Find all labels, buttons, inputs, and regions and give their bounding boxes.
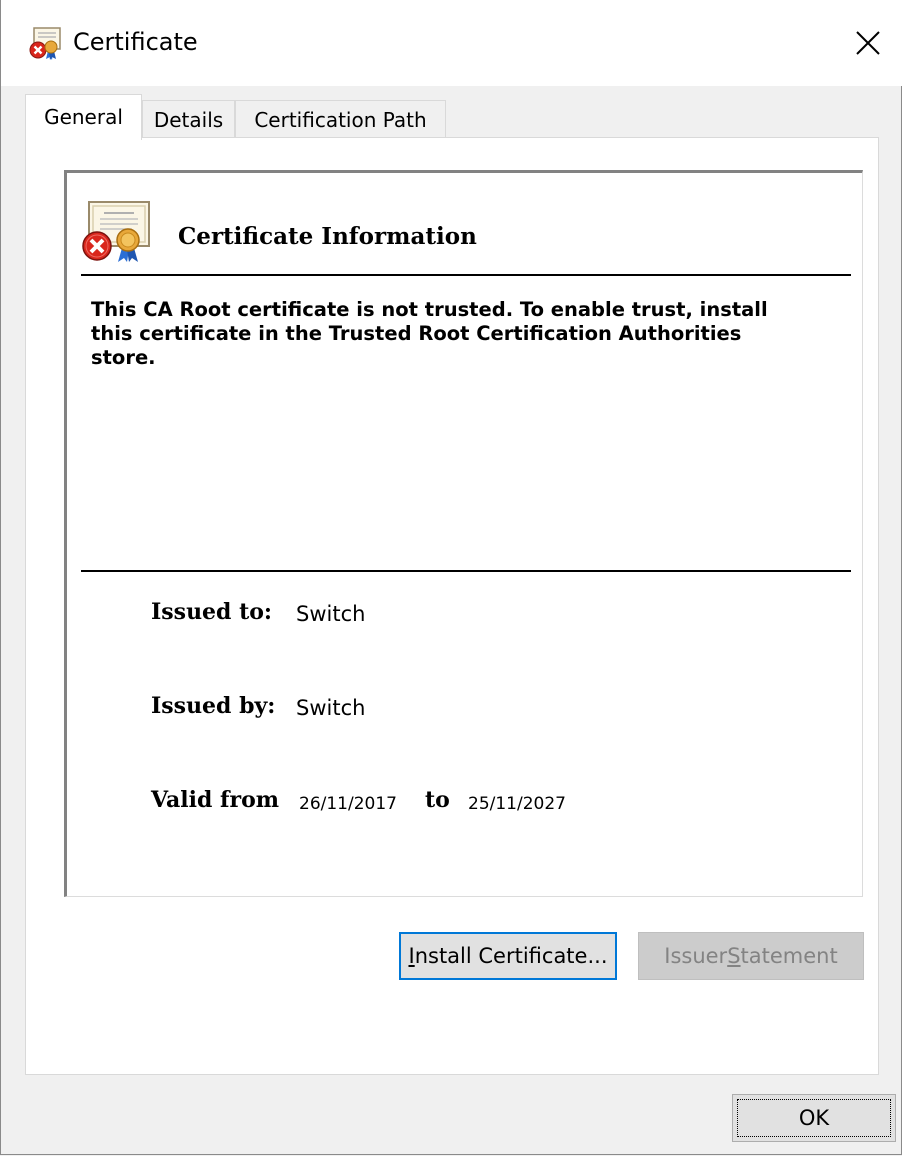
issued-to-label: Issued to: (151, 599, 273, 625)
ok-button[interactable]: OK (732, 1094, 896, 1142)
trust-warning-text: This CA Root certificate is not trusted.… (91, 298, 768, 369)
window-title: Certificate (73, 28, 198, 56)
valid-from-value: 26/11/2017 (299, 794, 397, 814)
issuer-statement-accesskey: S (727, 944, 741, 968)
issued-by-value: Switch (296, 696, 366, 720)
install-certificate-button[interactable]: Install Certificate... (399, 932, 617, 980)
certificate-untrusted-icon (29, 26, 63, 60)
close-icon (856, 31, 880, 55)
issued-by-label: Issued by: (151, 693, 276, 719)
certificate-dialog: Certificate General Details Certificatio… (0, 0, 902, 1155)
divider (81, 570, 851, 572)
issued-to-value: Switch (296, 602, 366, 626)
certificate-information-heading: Certificate Information (178, 223, 477, 250)
title-bar: Certificate (1, 0, 902, 86)
tab-details-label: Details (153, 108, 224, 132)
divider (81, 274, 851, 276)
valid-from-label: Valid from (151, 787, 280, 813)
tab-details[interactable]: Details (142, 100, 235, 138)
certificate-untrusted-icon (82, 200, 154, 262)
tab-certification-path[interactable]: Certification Path (235, 100, 446, 138)
issuer-statement-label-rest: tatement (740, 944, 838, 968)
tab-general-label: General (44, 105, 123, 129)
general-tab-panel: Certificate Information This CA Root cer… (25, 137, 879, 1075)
valid-to-label: to (425, 787, 450, 813)
valid-to-value: 25/11/2027 (468, 794, 566, 814)
install-certificate-label: nstall Certificate... (414, 944, 608, 968)
certificate-information-box: Certificate Information This CA Root cer… (64, 170, 863, 897)
focus-rectangle (737, 1099, 891, 1137)
tab-certification-path-label: Certification Path (254, 108, 427, 132)
close-button[interactable] (833, 0, 902, 86)
issuer-statement-button[interactable]: Issuer Statement (638, 932, 864, 980)
issuer-statement-label-pre: Issuer (664, 944, 728, 968)
tab-general[interactable]: General (25, 94, 142, 140)
